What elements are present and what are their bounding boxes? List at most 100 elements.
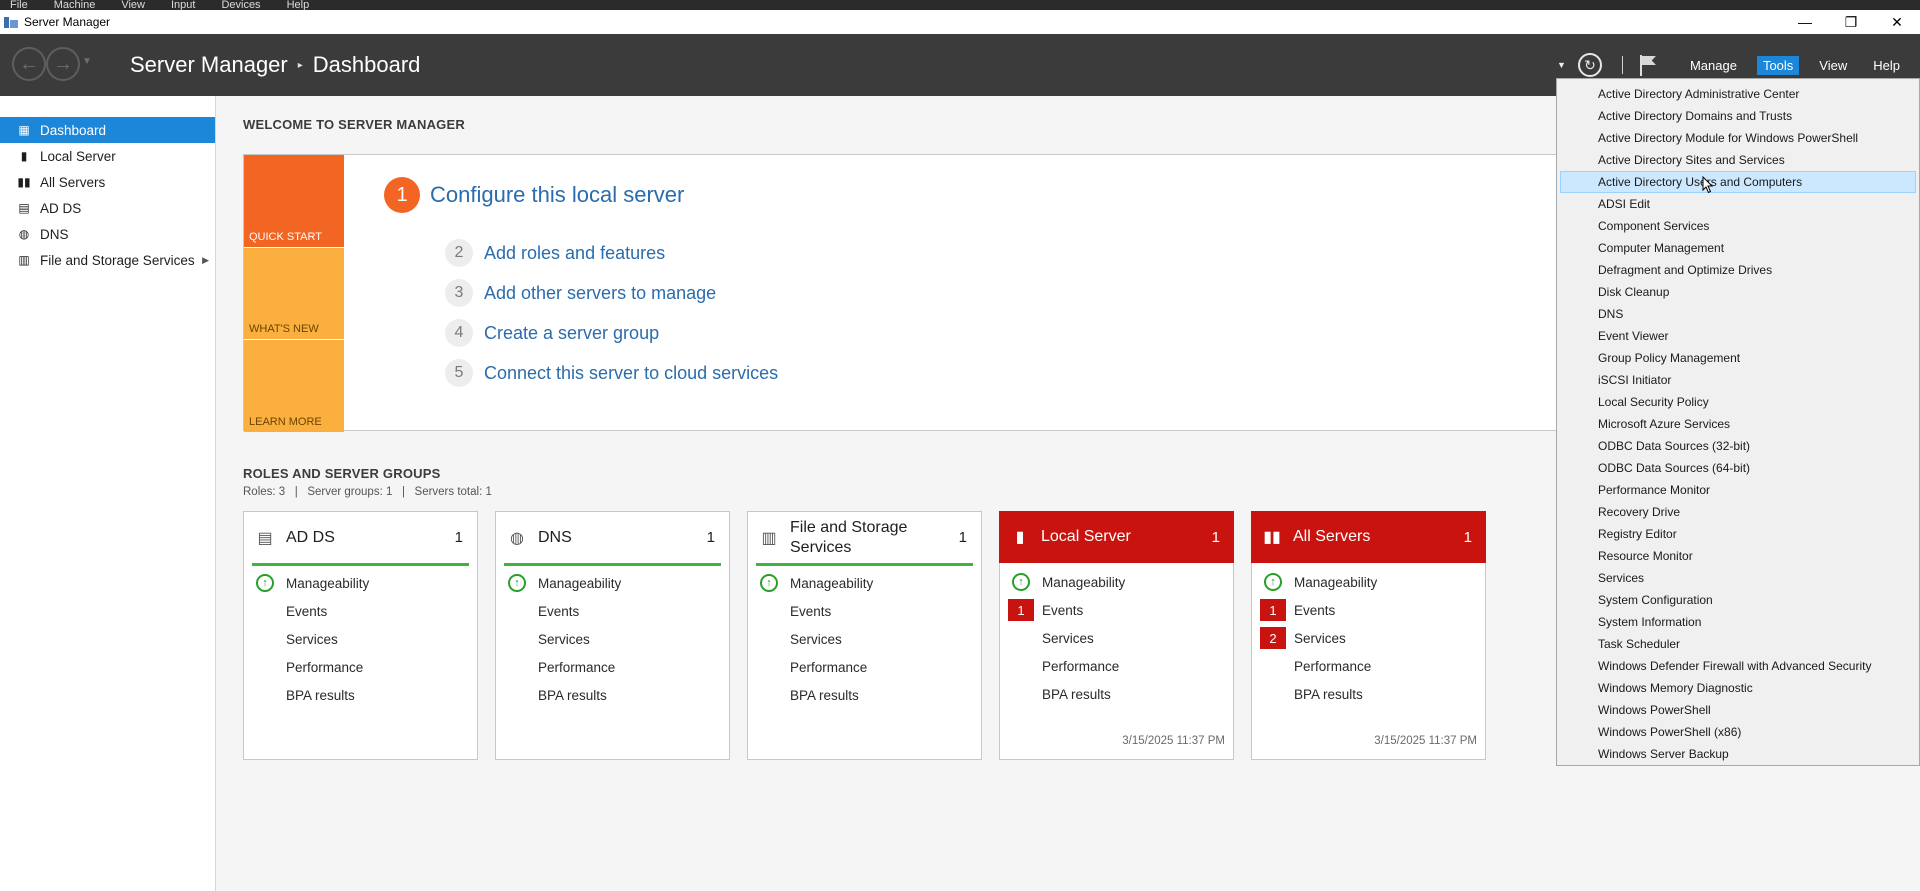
menu-help[interactable]: Help xyxy=(1867,56,1906,75)
role-card-header[interactable]: ▥ File and Storage Services 1 xyxy=(748,512,981,563)
sidebar-item-file-storage[interactable]: ▥ File and Storage Services ▶ xyxy=(0,247,215,273)
tools-menu-item[interactable]: Component Services xyxy=(1560,215,1916,237)
step-add-servers[interactable]: 3 Add other servers to manage xyxy=(445,279,716,307)
step-link[interactable]: Add other servers to manage xyxy=(484,283,716,304)
vm-menu-item[interactable]: Machine xyxy=(54,0,96,10)
role-card-header[interactable]: ▮ Local Server 1 xyxy=(999,511,1234,563)
tools-menu-item[interactable]: DNS xyxy=(1560,303,1916,325)
role-card-row[interactable]: Services xyxy=(748,625,981,653)
tools-menu-item[interactable]: Group Policy Management xyxy=(1560,347,1916,369)
tools-menu-item[interactable]: Recovery Drive xyxy=(1560,501,1916,523)
role-card-row[interactable]: 1 Events xyxy=(1000,596,1233,624)
step-link[interactable]: Connect this server to cloud services xyxy=(484,363,778,384)
role-card-row[interactable]: ↑ Manageability xyxy=(496,569,729,597)
sidebar-item-all-servers[interactable]: ▮▮ All Servers xyxy=(0,169,215,195)
vm-menu-item[interactable]: Help xyxy=(287,0,310,10)
tools-menu-item[interactable]: Active Directory Administrative Center xyxy=(1560,83,1916,105)
back-button[interactable]: ← xyxy=(12,47,46,81)
close-button[interactable]: ✕ xyxy=(1874,10,1920,34)
menu-manage[interactable]: Manage xyxy=(1684,56,1743,75)
sidebar-item-local-server[interactable]: ▮ Local Server xyxy=(0,143,215,169)
role-card[interactable]: ▤ AD DS 1 ↑ Manageability Events Services Perfo… xyxy=(243,511,478,760)
tools-menu-item[interactable]: Performance Monitor xyxy=(1560,479,1916,501)
tools-menu-item[interactable]: iSCSI Initiator xyxy=(1560,369,1916,391)
menu-view[interactable]: View xyxy=(1813,56,1853,75)
role-card[interactable]: ◍ DNS 1 ↑ Manageability Events Services Perform… xyxy=(495,511,730,760)
role-card-row[interactable]: Performance xyxy=(1252,652,1485,680)
forward-button[interactable]: → xyxy=(46,47,80,81)
vm-menu-item[interactable]: Input xyxy=(171,0,195,10)
tools-menu-item[interactable]: Resource Monitor xyxy=(1560,545,1916,567)
menu-tools[interactable]: Tools xyxy=(1756,55,1800,75)
role-card-row[interactable]: Services xyxy=(1000,624,1233,652)
tools-menu-item[interactable]: Microsoft Azure Services xyxy=(1560,413,1916,435)
tools-menu-item[interactable]: Active Directory Users and Computers xyxy=(1560,171,1916,193)
tools-menu-item[interactable]: Task Scheduler xyxy=(1560,633,1916,655)
tools-menu-item[interactable]: System Configuration xyxy=(1560,589,1916,611)
role-card-row[interactable]: Performance xyxy=(1000,652,1233,680)
refresh-icon[interactable]: ↻ xyxy=(1577,53,1602,77)
role-card-row[interactable]: ↑ Manageability xyxy=(1252,568,1485,596)
role-card-row[interactable]: BPA results xyxy=(496,681,729,709)
tools-menu-item[interactable]: ODBC Data Sources (32-bit) xyxy=(1560,435,1916,457)
role-card-row[interactable]: Events xyxy=(244,597,477,625)
role-card[interactable]: ▮ Local Server 1 ↑ Manageability 1 Events Servi… xyxy=(999,511,1234,760)
step-link[interactable]: Add roles and features xyxy=(484,243,665,264)
role-card[interactable]: ▥ File and Storage Services 1 ↑ Manageabilit… xyxy=(747,511,982,760)
tools-menu-item[interactable]: Local Security Policy xyxy=(1560,391,1916,413)
tools-menu-item[interactable]: Windows Server Backup xyxy=(1560,743,1916,765)
role-card-row[interactable]: ↑ Manageability xyxy=(244,569,477,597)
tools-menu-item[interactable]: Computer Management xyxy=(1560,237,1916,259)
tools-menu-item[interactable]: Disk Cleanup xyxy=(1560,281,1916,303)
refresh-dropdown-icon[interactable]: ▼ xyxy=(1557,60,1566,70)
tools-menu-item[interactable]: System Information xyxy=(1560,611,1916,633)
notifications-flag-icon[interactable] xyxy=(1637,54,1659,76)
vm-menu-item[interactable]: File xyxy=(10,0,28,10)
tools-menu-item[interactable]: Active Directory Domains and Trusts xyxy=(1560,105,1916,127)
step-connect-cloud[interactable]: 5 Connect this server to cloud services xyxy=(445,359,778,387)
tools-menu-item[interactable]: Services xyxy=(1560,567,1916,589)
step-configure-local-server[interactable]: 1 Configure this local server xyxy=(384,177,684,213)
tools-menu-item[interactable]: Windows Memory Diagnostic xyxy=(1560,677,1916,699)
role-card-header[interactable]: ▤ AD DS 1 xyxy=(244,512,477,563)
tools-menu-item[interactable]: ADSI Edit xyxy=(1560,193,1916,215)
role-card-row[interactable]: Events xyxy=(496,597,729,625)
tile-quick-start[interactable]: QUICK START xyxy=(244,155,344,247)
tools-menu-item[interactable]: Windows Defender Firewall with Advanced … xyxy=(1560,655,1916,677)
tools-menu-item[interactable]: Active Directory Module for Windows Powe… xyxy=(1560,127,1916,149)
vm-menu-item[interactable]: View xyxy=(121,0,145,10)
tile-learn-more[interactable]: LEARN MORE xyxy=(244,340,344,432)
tools-menu-item[interactable]: Event Viewer xyxy=(1560,325,1916,347)
role-card-row[interactable]: Services xyxy=(244,625,477,653)
sidebar-item-dns[interactable]: ◍ DNS xyxy=(0,221,215,247)
expand-arrow-icon[interactable]: ▶ xyxy=(202,255,209,266)
tools-menu-item[interactable]: Registry Editor xyxy=(1560,523,1916,545)
tools-menu-item[interactable]: Defragment and Optimize Drives xyxy=(1560,259,1916,281)
role-card-row[interactable]: BPA results xyxy=(1000,680,1233,708)
tools-menu-item[interactable]: Active Directory Sites and Services xyxy=(1560,149,1916,171)
role-card-row[interactable]: 2 Services xyxy=(1252,624,1485,652)
role-card-row[interactable]: Services xyxy=(496,625,729,653)
tools-menu-item[interactable]: Windows PowerShell xyxy=(1560,699,1916,721)
tools-menu-item[interactable]: Windows PowerShell (x86) xyxy=(1560,721,1916,743)
step-create-group[interactable]: 4 Create a server group xyxy=(445,319,659,347)
sidebar-item-ad-ds[interactable]: ▤ AD DS xyxy=(0,195,215,221)
step-link[interactable]: Configure this local server xyxy=(430,182,684,208)
role-card-row[interactable]: Performance xyxy=(748,653,981,681)
role-card-row[interactable]: 1 Events xyxy=(1252,596,1485,624)
role-card-header[interactable]: ▮▮ All Servers 1 xyxy=(1251,511,1486,563)
tools-menu-item[interactable]: ODBC Data Sources (64-bit) xyxy=(1560,457,1916,479)
role-card-row[interactable]: ↑ Manageability xyxy=(1000,568,1233,596)
history-dropdown-icon[interactable]: ▼ xyxy=(82,56,92,67)
role-card-row[interactable]: BPA results xyxy=(244,681,477,709)
step-link[interactable]: Create a server group xyxy=(484,323,659,344)
role-card-row[interactable]: Events xyxy=(748,597,981,625)
role-card[interactable]: ▮▮ All Servers 1 ↑ Manageability 1 Events 2 Serv… xyxy=(1251,511,1486,760)
role-card-row[interactable]: Performance xyxy=(496,653,729,681)
role-card-row[interactable]: ↑ Manageability xyxy=(748,569,981,597)
role-card-header[interactable]: ◍ DNS 1 xyxy=(496,512,729,563)
sidebar-item-dashboard[interactable]: ▦ Dashboard xyxy=(0,117,215,143)
vm-menu-item[interactable]: Devices xyxy=(221,0,260,10)
tile-whats-new[interactable]: WHAT'S NEW xyxy=(244,248,344,339)
role-card-row[interactable]: BPA results xyxy=(748,681,981,709)
